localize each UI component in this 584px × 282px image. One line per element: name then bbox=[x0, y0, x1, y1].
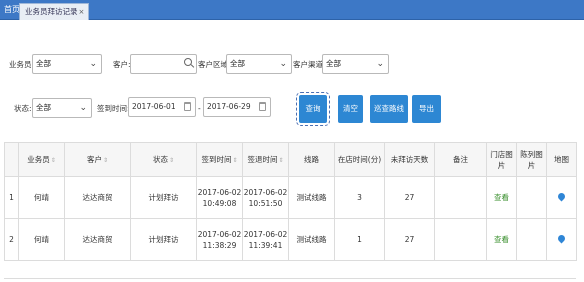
view-store-image-link[interactable]: 查看 bbox=[494, 235, 509, 244]
cell-signin-time: 2017-06-02 10:49:08 bbox=[196, 176, 243, 219]
date-to-value: 2017-06-29 bbox=[207, 102, 251, 111]
tab-visit-records[interactable]: 业务员拜访记录× bbox=[19, 3, 90, 20]
header-display-image: 陈列图片 bbox=[516, 142, 547, 177]
cell-signout-time: 2017-06-02 10:51:50 bbox=[242, 176, 289, 219]
cell-signin-time: 2017-06-02 11:38:29 bbox=[196, 218, 243, 261]
status-select[interactable]: 全部 ⌄ bbox=[32, 98, 92, 118]
cell-customer: 达达商贸 bbox=[64, 176, 131, 219]
header-signin-time[interactable]: 签到时间⇕ bbox=[196, 142, 243, 177]
region-select-value: 全部 bbox=[230, 59, 245, 68]
export-button[interactable]: 导出 bbox=[412, 95, 441, 123]
cell-route: 测试线路 bbox=[288, 176, 335, 219]
sort-icon[interactable]: ⇕ bbox=[103, 157, 108, 164]
map-pin-icon[interactable] bbox=[556, 233, 567, 244]
date-from-input[interactable]: 2017-06-01 bbox=[128, 97, 196, 117]
cell-status: 计划拜访 bbox=[130, 218, 197, 261]
row-index: 2 bbox=[4, 218, 19, 261]
salesperson-select-value: 全部 bbox=[36, 59, 51, 68]
sort-icon[interactable]: ⇕ bbox=[232, 157, 237, 164]
region-select[interactable]: 全部 ⌄ bbox=[226, 54, 292, 74]
cell-salesperson: 何靖 bbox=[18, 218, 65, 261]
header-status[interactable]: 状态⇕ bbox=[130, 142, 197, 177]
map-pin-icon[interactable] bbox=[556, 191, 567, 202]
calendar-icon[interactable] bbox=[259, 102, 266, 111]
chevron-down-icon: ⌄ bbox=[89, 59, 97, 69]
cell-remark bbox=[434, 218, 487, 261]
customer-label: 客户: bbox=[113, 60, 131, 69]
date-to-input[interactable]: 2017-06-29 bbox=[203, 97, 271, 117]
view-store-image-link[interactable]: 查看 bbox=[494, 193, 509, 202]
cell-display-image bbox=[516, 218, 547, 261]
cell-display-image bbox=[516, 176, 547, 219]
cell-store-image: 查看 bbox=[486, 218, 517, 261]
cell-salesperson: 何靖 bbox=[18, 176, 65, 219]
status-select-value: 全部 bbox=[36, 103, 51, 112]
cell-days-unvisited: 27 bbox=[384, 218, 435, 261]
cell-map bbox=[546, 176, 577, 219]
chevron-down-icon: ⌄ bbox=[279, 59, 287, 69]
header-store-image: 门店图片 bbox=[486, 142, 517, 177]
chevron-down-icon: ⌄ bbox=[79, 103, 87, 113]
cell-map bbox=[546, 218, 577, 261]
sort-icon[interactable]: ⇕ bbox=[278, 157, 283, 164]
cell-days-unvisited: 27 bbox=[384, 176, 435, 219]
signin-time-label: 签到时间: bbox=[97, 104, 130, 113]
cell-route: 测试线路 bbox=[288, 218, 335, 261]
route-button[interactable]: 巡查路线 bbox=[370, 95, 408, 123]
close-icon[interactable]: × bbox=[79, 8, 85, 16]
date-from-value: 2017-06-01 bbox=[132, 102, 176, 111]
query-button[interactable]: 查询 bbox=[296, 92, 330, 126]
header-map: 地图 bbox=[546, 142, 577, 177]
search-icon[interactable] bbox=[184, 58, 192, 66]
header-days-unvisited: 未拜访天数 bbox=[384, 142, 435, 177]
tab-visit-records-label: 业务员拜访记录 bbox=[25, 7, 78, 16]
header-signout-time[interactable]: 签退时间⇕ bbox=[242, 142, 289, 177]
table-row[interactable]: 1 何靖 达达商贸 计划拜访 2017-06-02 10:49:08 2017-0… bbox=[4, 176, 577, 219]
header-minutes-in-store: 在店时间(分) bbox=[334, 142, 385, 177]
cell-status: 计划拜访 bbox=[130, 176, 197, 219]
cell-store-image: 查看 bbox=[486, 176, 517, 219]
header-route: 线路 bbox=[288, 142, 335, 177]
cell-customer: 达达商贸 bbox=[64, 218, 131, 261]
cell-minutes-in-store: 1 bbox=[334, 218, 385, 261]
cell-remark bbox=[434, 176, 487, 219]
salesperson-label: 业务员: bbox=[9, 60, 35, 69]
sort-icon[interactable]: ⇕ bbox=[169, 157, 174, 164]
header-index bbox=[4, 142, 19, 177]
header-salesperson[interactable]: 业务员⇕ bbox=[18, 142, 65, 177]
sort-icon[interactable]: ⇕ bbox=[51, 157, 56, 164]
date-separator: - bbox=[198, 104, 201, 113]
visit-records-table: 业务员⇕ 客户⇕ 状态⇕ 签到时间⇕ 签退时间⇕ 线路 在店时间(分) 未拜访天… bbox=[4, 142, 577, 261]
cell-minutes-in-store: 3 bbox=[334, 176, 385, 219]
channel-label: 客户渠道: bbox=[293, 60, 326, 69]
table-bottom-border bbox=[4, 278, 576, 279]
channel-select[interactable]: 全部 ⌄ bbox=[322, 54, 389, 74]
salesperson-select[interactable]: 全部 ⌄ bbox=[32, 54, 102, 74]
row-index: 1 bbox=[4, 176, 19, 219]
header-remark: 备注 bbox=[434, 142, 487, 177]
table-header-row: 业务员⇕ 客户⇕ 状态⇕ 签到时间⇕ 签退时间⇕ 线路 在店时间(分) 未拜访天… bbox=[4, 142, 577, 177]
cell-signout-time: 2017-06-02 11:39:41 bbox=[242, 218, 289, 261]
header-customer[interactable]: 客户⇕ bbox=[64, 142, 131, 177]
clear-button[interactable]: 清空 bbox=[338, 95, 363, 123]
channel-select-value: 全部 bbox=[326, 59, 341, 68]
tab-bar: 首页 业务员拜访记录× bbox=[0, 0, 584, 20]
chevron-down-icon: ⌄ bbox=[376, 59, 384, 69]
table-row[interactable]: 2 何靖 达达商贸 计划拜访 2017-06-02 11:38:29 2017-0… bbox=[4, 218, 577, 261]
status-label: 状态: bbox=[14, 104, 32, 113]
calendar-icon[interactable] bbox=[184, 102, 191, 111]
customer-input[interactable] bbox=[130, 54, 197, 74]
